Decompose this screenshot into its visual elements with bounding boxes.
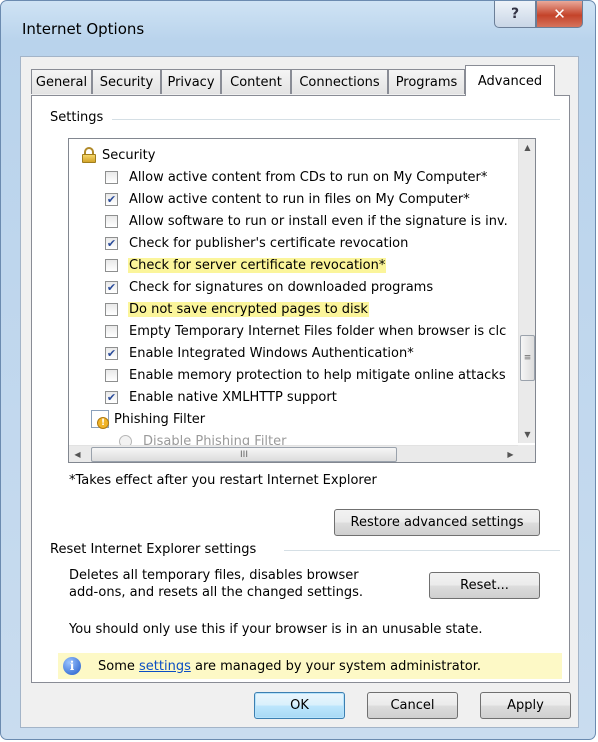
tab-programs[interactable]: Programs	[388, 69, 465, 94]
lock-icon	[81, 147, 97, 163]
phishing-filter-icon: !	[91, 410, 109, 429]
scroll-right-icon[interactable]: ▶	[502, 446, 519, 462]
tab-privacy[interactable]: Privacy	[161, 69, 221, 94]
checkbox[interactable]	[105, 258, 118, 272]
help-icon: ?	[510, 6, 520, 22]
info-prefix: Some	[98, 658, 139, 674]
cancel-button[interactable]: Cancel	[367, 692, 458, 719]
tab-security[interactable]: Security	[92, 69, 161, 94]
list-item[interactable]: ✔ Allow active content to run in files o…	[105, 188, 471, 210]
setting-label: Allow software to run or install even if…	[129, 213, 508, 229]
list-item[interactable]: ✔ Check for signatures on downloaded pro…	[105, 276, 434, 298]
category-label: Phishing Filter	[114, 411, 206, 427]
setting-label: Empty Temporary Internet Files folder wh…	[129, 323, 507, 339]
close-button[interactable]: ✕	[536, 1, 583, 28]
reset-group-label: Reset Internet Explorer settings	[50, 542, 263, 557]
reset-button[interactable]: Reset...	[429, 572, 540, 599]
list-item[interactable]: ✔ Check for publisher's certificate revo…	[105, 232, 409, 254]
grip-icon: III	[240, 449, 248, 460]
setting-label: Enable native XMLHTTP support	[129, 389, 337, 405]
list-item-security-category: Security	[81, 144, 156, 166]
restart-footnote: *Takes effect after you restart Internet…	[69, 473, 377, 488]
setting-label: Do not save encrypted pages to disk	[128, 301, 369, 317]
checkbox-checked[interactable]: ✔	[105, 236, 118, 250]
advanced-panel: Settings Security Allow active content f…	[31, 95, 570, 683]
horizontal-scroll-thumb[interactable]: III	[91, 447, 397, 462]
checkbox[interactable]	[105, 324, 118, 338]
apply-button[interactable]: Apply	[480, 692, 571, 719]
settings-list[interactable]: Security Allow active content from CDs t…	[68, 138, 536, 463]
setting-label: Check for publisher's certificate revoca…	[129, 235, 409, 251]
list-item[interactable]: Enable memory protection to help mitigat…	[105, 364, 507, 386]
checkbox[interactable]	[105, 214, 118, 228]
scroll-down-icon[interactable]: ▼	[519, 426, 535, 443]
setting-label: Enable Integrated Windows Authentication…	[129, 345, 414, 361]
checkbox[interactable]	[105, 170, 118, 184]
info-icon: i	[63, 657, 81, 675]
checkbox-checked[interactable]: ✔	[105, 390, 118, 404]
ok-button[interactable]: OK	[254, 692, 345, 719]
setting-label: Check for signatures on downloaded progr…	[129, 279, 434, 295]
list-item[interactable]: Empty Temporary Internet Files folder wh…	[105, 320, 507, 342]
list-item[interactable]: ✔ Enable native XMLHTTP support	[105, 386, 338, 408]
list-item[interactable]: Check for server certificate revocation*	[105, 254, 387, 276]
checkbox-checked[interactable]: ✔	[105, 346, 118, 360]
horizontal-scrollbar[interactable]: ◀ III ▶	[69, 445, 519, 462]
vertical-scroll-thumb[interactable]: ≡	[520, 335, 535, 381]
setting-label: Enable memory protection to help mitigat…	[129, 367, 506, 383]
info-suffix: are managed by your system administrator…	[190, 658, 482, 674]
list-item[interactable]: Do not save encrypted pages to disk	[105, 298, 369, 320]
list-item[interactable]: Allow software to run or install even if…	[105, 210, 509, 232]
tab-advanced[interactable]: Advanced	[465, 65, 555, 96]
list-item[interactable]: Allow active content from CDs to run on …	[105, 166, 488, 188]
scroll-left-icon[interactable]: ◀	[69, 446, 86, 462]
scrollbar-corner	[518, 445, 535, 462]
help-button[interactable]: ?	[494, 1, 536, 28]
tab-connections[interactable]: Connections	[291, 69, 388, 94]
reset-description-line2: add-ons, and resets all the changed sett…	[69, 585, 364, 600]
grip-icon: ≡	[523, 353, 532, 363]
restore-advanced-settings-button[interactable]: Restore advanced settings	[334, 509, 540, 536]
vertical-scrollbar[interactable]: ▲ ≡ ▼	[518, 139, 535, 443]
settings-link[interactable]: settings	[139, 659, 191, 674]
settings-group-divider	[112, 119, 560, 120]
admin-info-bar: i Some settings are managed by your syst…	[58, 653, 562, 679]
tab-general[interactable]: General	[31, 69, 92, 94]
list-item-phishing-category: ! Phishing Filter	[91, 408, 206, 430]
close-icon: ✕	[553, 5, 566, 23]
internet-options-window: Internet Options ? ✕ General Security Pr…	[0, 0, 596, 740]
category-label: Security	[102, 147, 156, 163]
setting-label: Check for server certificate revocation*	[128, 257, 387, 273]
tab-content[interactable]: Content	[221, 69, 291, 94]
checkbox-checked[interactable]: ✔	[105, 280, 118, 294]
checkbox[interactable]	[105, 368, 118, 382]
checkbox[interactable]	[105, 302, 118, 316]
reset-description-line1: Deletes all temporary files, disables br…	[69, 568, 359, 583]
settings-group-label: Settings	[50, 110, 110, 125]
checkbox-checked[interactable]: ✔	[105, 192, 118, 206]
scroll-up-icon[interactable]: ▲	[519, 139, 535, 156]
setting-label: Allow active content from CDs to run on …	[129, 169, 488, 185]
window-title: Internet Options	[22, 20, 145, 38]
dialog-client-area: General Security Privacy Content Connect…	[20, 56, 579, 728]
reset-group-divider	[284, 550, 560, 551]
reset-warning: You should only use this if your browser…	[69, 622, 483, 637]
setting-label: Allow active content to run in files on …	[129, 191, 470, 207]
list-item[interactable]: ✔ Enable Integrated Windows Authenticati…	[105, 342, 415, 364]
